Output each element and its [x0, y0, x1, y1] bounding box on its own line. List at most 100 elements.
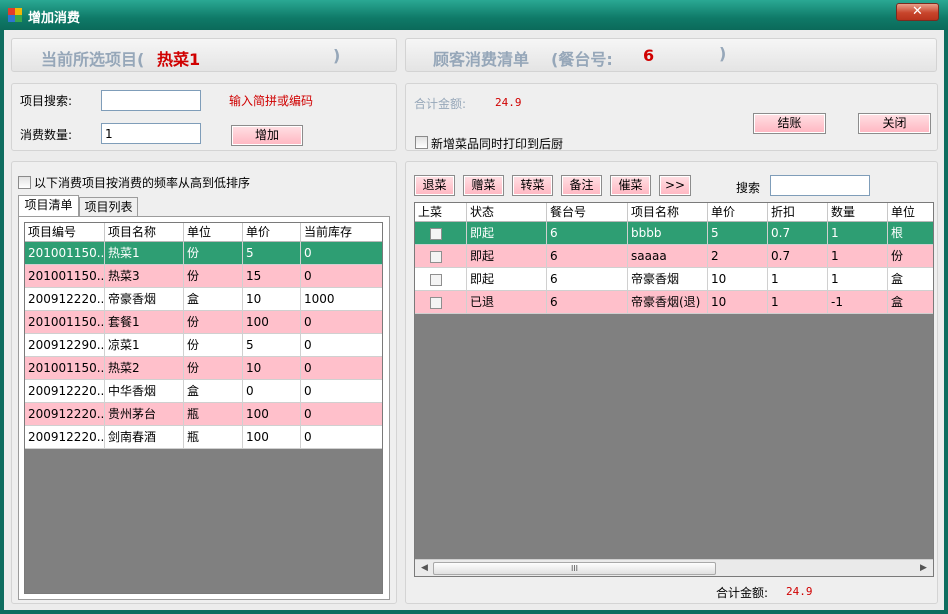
order-cell-unit[interactable]: 盒 — [888, 268, 933, 291]
item-cell-name[interactable]: 贵州茅台 — [105, 403, 184, 426]
toolbar-button-0[interactable]: 退菜 — [414, 175, 455, 196]
close-icon[interactable]: ✕ — [896, 3, 939, 21]
column-header[interactable]: 单位 — [888, 203, 933, 222]
order-cell-price[interactable]: 5 — [708, 222, 768, 245]
item-cell-unit[interactable]: 份 — [184, 242, 243, 265]
item-cell-stock[interactable]: 0 — [301, 334, 382, 357]
order-cell-status[interactable]: 即起 — [467, 222, 547, 245]
item-cell-unit[interactable]: 份 — [184, 334, 243, 357]
item-cell-unit[interactable]: 瓶 — [184, 426, 243, 449]
order-row[interactable]: 即起 6 saaaa 2 0.7 1 份 — [415, 245, 933, 268]
toolbar-button-4[interactable]: 催菜 — [610, 175, 651, 196]
item-cell-name[interactable]: 热菜2 — [105, 357, 184, 380]
item-cell-code[interactable]: 200912220... — [25, 426, 105, 449]
column-header[interactable]: 当前库存 — [301, 223, 382, 242]
order-cell-unit[interactable]: 盒 — [888, 291, 933, 314]
served-checkbox[interactable] — [430, 227, 442, 240]
item-cell-stock[interactable]: 0 — [301, 380, 382, 403]
order-cell-price[interactable]: 10 — [708, 291, 768, 314]
toolbar-button-1[interactable]: 赠菜 — [463, 175, 504, 196]
item-row[interactable]: 201001150... 热菜1 份 5 0 — [25, 242, 382, 265]
order-cell-name[interactable]: saaaa — [628, 245, 708, 268]
item-cell-unit[interactable]: 份 — [184, 311, 243, 334]
item-cell-code[interactable]: 201001150... — [25, 357, 105, 380]
item-cell-price[interactable]: 100 — [243, 426, 301, 449]
item-cell-price[interactable]: 15 — [243, 265, 301, 288]
order-cell-name[interactable]: 帝豪香烟(退) — [628, 291, 708, 314]
order-cell-qty[interactable]: 1 — [828, 268, 888, 291]
item-cell-price[interactable]: 100 — [243, 311, 301, 334]
column-header[interactable]: 餐台号 — [547, 203, 628, 222]
served-checkbox[interactable] — [430, 250, 442, 263]
item-cell-name[interactable]: 套餐1 — [105, 311, 184, 334]
item-cell-stock[interactable]: 0 — [301, 265, 382, 288]
column-header[interactable]: 项目编号 — [25, 223, 105, 242]
order-grid[interactable]: 上菜 状态 餐台号 项目名称 单价 折扣 数量 单位 即起 6 bbbb 5 0.7 1 根… — [414, 202, 934, 577]
order-cell-qty[interactable]: 1 — [828, 245, 888, 268]
quantity-input[interactable] — [101, 123, 201, 144]
item-row[interactable]: 201001150... 热菜3 份 15 0 — [25, 265, 382, 288]
order-cell-price[interactable]: 10 — [708, 268, 768, 291]
order-cell-table[interactable]: 6 — [547, 222, 628, 245]
checkout-button[interactable]: 结账 — [753, 113, 826, 134]
order-cell-table[interactable]: 6 — [547, 291, 628, 314]
order-row[interactable]: 即起 6 bbbb 5 0.7 1 根 — [415, 222, 933, 245]
item-cell-price[interactable]: 10 — [243, 357, 301, 380]
order-search-input[interactable] — [770, 175, 870, 196]
order-cell-status[interactable]: 即起 — [467, 268, 547, 291]
order-cell-discount[interactable]: 1 — [768, 268, 828, 291]
column-header[interactable]: 项目名称 — [628, 203, 708, 222]
item-cell-stock[interactable]: 0 — [301, 242, 382, 265]
item-cell-name[interactable]: 热菜3 — [105, 265, 184, 288]
order-cell-served[interactable] — [415, 245, 467, 268]
sort-frequency-checkbox[interactable] — [18, 176, 31, 189]
item-cell-price[interactable]: 100 — [243, 403, 301, 426]
scroll-left-icon[interactable]: ◀ — [417, 561, 432, 576]
item-row[interactable]: 201001150... 套餐1 份 100 0 — [25, 311, 382, 334]
item-grid[interactable]: 项目编号 项目名称 单位 单价 当前库存 201001150... 热菜1 份 5 0 2… — [24, 222, 383, 594]
item-cell-unit[interactable]: 瓶 — [184, 403, 243, 426]
order-cell-price[interactable]: 2 — [708, 245, 768, 268]
item-row[interactable]: 201001150... 热菜2 份 10 0 — [25, 357, 382, 380]
item-row[interactable]: 200912220... 贵州茅台瓶 100 0 — [25, 403, 382, 426]
close-button[interactable]: 关闭 — [858, 113, 931, 134]
item-cell-price[interactable]: 5 — [243, 334, 301, 357]
order-cell-name[interactable]: bbbb — [628, 222, 708, 245]
column-header[interactable]: 数量 — [828, 203, 888, 222]
item-cell-code[interactable]: 200912220... — [25, 403, 105, 426]
order-cell-served[interactable] — [415, 268, 467, 291]
column-header[interactable]: 折扣 — [768, 203, 828, 222]
order-cell-discount[interactable]: 0.7 — [768, 222, 828, 245]
item-cell-code[interactable]: 201001150... — [25, 265, 105, 288]
toolbar-button-3[interactable]: 备注 — [561, 175, 602, 196]
item-cell-stock[interactable]: 0 — [301, 426, 382, 449]
toolbar-button-5[interactable]: >> — [659, 175, 691, 196]
item-cell-name[interactable]: 中华香烟 — [105, 380, 184, 403]
item-cell-stock[interactable]: 1000 — [301, 288, 382, 311]
order-cell-status[interactable]: 已退 — [467, 291, 547, 314]
item-cell-price[interactable]: 10 — [243, 288, 301, 311]
order-cell-discount[interactable]: 0.7 — [768, 245, 828, 268]
order-cell-discount[interactable]: 1 — [768, 291, 828, 314]
item-cell-code[interactable]: 201001150... — [25, 242, 105, 265]
item-cell-unit[interactable]: 份 — [184, 265, 243, 288]
item-cell-stock[interactable]: 0 — [301, 311, 382, 334]
column-header[interactable]: 单价 — [708, 203, 768, 222]
order-row[interactable]: 已退 6 帝豪香烟(退) 10 1 -1 盒 — [415, 291, 933, 314]
served-checkbox[interactable] — [430, 296, 442, 309]
order-cell-served[interactable] — [415, 222, 467, 245]
tab-item-list[interactable]: 项目清单 — [18, 195, 79, 216]
item-row[interactable]: 200912220... 中华香烟盒 0 0 — [25, 380, 382, 403]
item-row[interactable]: 200912290... 凉菜1 份 5 0 — [25, 334, 382, 357]
toolbar-button-2[interactable]: 转菜 — [512, 175, 553, 196]
item-cell-price[interactable]: 5 — [243, 242, 301, 265]
scrollbar-thumb[interactable]: III — [433, 562, 716, 575]
item-cell-unit[interactable]: 份 — [184, 357, 243, 380]
item-cell-unit[interactable]: 盒 — [184, 380, 243, 403]
print-kitchen-checkbox[interactable] — [415, 136, 428, 149]
order-row[interactable]: 即起 6 帝豪香烟 10 1 1 盒 — [415, 268, 933, 291]
order-cell-name[interactable]: 帝豪香烟 — [628, 268, 708, 291]
item-cell-code[interactable]: 200912220... — [25, 288, 105, 311]
order-cell-served[interactable] — [415, 291, 467, 314]
item-cell-unit[interactable]: 盒 — [184, 288, 243, 311]
